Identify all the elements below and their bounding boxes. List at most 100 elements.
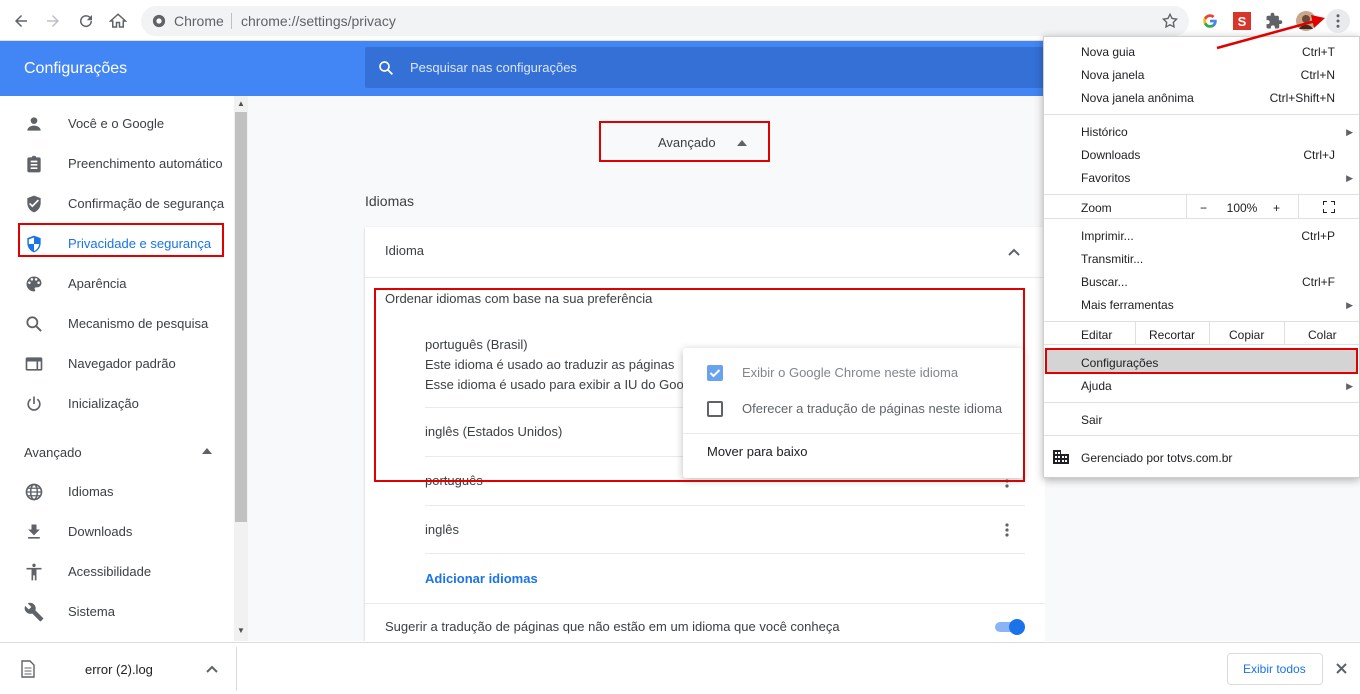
- sidebar-scroll-thumb[interactable]: [235, 112, 247, 522]
- sidebar-item-label: Mecanismo de pesquisa: [68, 316, 209, 331]
- sidebar-item-appearance[interactable]: Aparência: [0, 263, 232, 303]
- omnibox-chrome-label: Chrome: [174, 13, 224, 29]
- search-placeholder: Pesquisar nas configurações: [410, 60, 577, 75]
- sidebar-item-default-browser[interactable]: Navegador padrão: [0, 343, 232, 383]
- menu-item-incognito[interactable]: Nova janela anônima: [1081, 91, 1194, 105]
- sidebar-item-languages[interactable]: Idiomas: [0, 471, 232, 511]
- section-title-languages: Idiomas: [365, 193, 415, 209]
- menu-divider: [1044, 218, 1359, 219]
- more-vert-icon[interactable]: [1005, 523, 1009, 537]
- paste-button[interactable]: Colar: [1308, 328, 1337, 342]
- menu-item-settings[interactable]: Configurações: [1081, 356, 1158, 370]
- language-card-header[interactable]: Idioma: [385, 243, 424, 258]
- add-languages-link[interactable]: Adicionar idiomas: [425, 571, 538, 586]
- sidebar-item-label: Preenchimento automático: [68, 156, 223, 171]
- language-options-menu: Exibir o Google Chrome neste idioma Ofer…: [683, 348, 1023, 478]
- zoom-divider: [1298, 195, 1299, 218]
- fullscreen-icon[interactable]: [1323, 201, 1335, 213]
- download-filename[interactable]: error (2).log: [85, 662, 153, 677]
- sidebar-item-label: Sistema: [68, 604, 115, 619]
- sidebar-item-label: Navegador padrão: [68, 356, 176, 371]
- menu-divider: [1044, 344, 1359, 345]
- shield-check-icon: [24, 194, 44, 214]
- sidebar-item-safety-check[interactable]: Confirmação de segurança: [0, 183, 232, 223]
- highlight-box-privacy: [18, 223, 224, 257]
- managed-by-label[interactable]: Gerenciado por totvs.com.br: [1081, 451, 1232, 465]
- offer-translate-checkbox[interactable]: [707, 401, 723, 417]
- sidebar-advanced-label[interactable]: Avançado: [24, 445, 82, 460]
- forward-icon[interactable]: [41, 9, 65, 33]
- menu-item-bookmarks[interactable]: Favoritos: [1081, 171, 1130, 185]
- suggest-translation-toggle[interactable]: [995, 619, 1025, 635]
- annotation-arrow: [1216, 15, 1325, 50]
- building-icon: [1053, 450, 1069, 464]
- menu-item-exit[interactable]: Sair: [1081, 413, 1102, 427]
- show-all-downloads-button[interactable]: Exibir todos: [1227, 653, 1323, 685]
- checkmark-icon: [709, 369, 721, 378]
- sidebar-item-accessibility[interactable]: Acessibilidade: [0, 551, 232, 591]
- wrench-icon: [24, 602, 44, 622]
- divider: [425, 553, 1025, 554]
- submenu-arrow-icon: ▶: [1346, 381, 1353, 391]
- menu-divider: [1044, 402, 1359, 403]
- menu-item-help[interactable]: Ajuda: [1081, 379, 1112, 393]
- page-title: Configurações: [24, 60, 128, 77]
- sidebar-item-system[interactable]: Sistema: [0, 591, 232, 631]
- download-icon: [24, 522, 44, 542]
- zoom-in-button[interactable]: +: [1273, 201, 1280, 215]
- browser-toolbar: Chrome chrome://settings/privacy S: [0, 0, 1360, 41]
- home-icon[interactable]: [106, 9, 130, 33]
- globe-icon: [24, 482, 44, 502]
- toggle-knob: [1009, 619, 1025, 635]
- sidebar-item-label: Idiomas: [68, 484, 114, 499]
- clipboard-icon: [24, 154, 44, 174]
- bookmark-star-icon[interactable]: [1158, 9, 1182, 33]
- sidebar-item-label: Downloads: [68, 524, 133, 539]
- menu-divider: [1044, 435, 1359, 436]
- sidebar-item-autofill[interactable]: Preenchimento automático: [0, 143, 232, 183]
- shortcut-downloads: Ctrl+J: [1303, 148, 1335, 162]
- person-icon: [24, 114, 44, 134]
- menu-item-cast[interactable]: Transmitir...: [1081, 252, 1143, 266]
- search-icon: [377, 59, 395, 77]
- sidebar-item-search-engine[interactable]: Mecanismo de pesquisa: [0, 303, 232, 343]
- zoom-divider: [1186, 195, 1187, 218]
- caret-up-icon[interactable]: [202, 448, 212, 454]
- download-shelf: error (2).log Exibir todos: [0, 642, 1360, 694]
- menu-item-more-tools[interactable]: Mais ferramentas: [1081, 298, 1174, 312]
- menu-item-new-tab[interactable]: Nova guia: [1081, 45, 1135, 59]
- cut-button[interactable]: Recortar: [1149, 328, 1195, 342]
- chevron-up-icon[interactable]: [1008, 248, 1020, 256]
- menu-item-history[interactable]: Histórico: [1081, 125, 1128, 139]
- close-icon[interactable]: [1336, 663, 1347, 674]
- menu-divider: [1044, 194, 1359, 195]
- address-url[interactable]: chrome://settings/privacy: [241, 13, 396, 29]
- back-icon[interactable]: [9, 9, 33, 33]
- sidebar-item-you-and-google[interactable]: Você e o Google: [0, 103, 232, 143]
- submenu-arrow-icon: ▶: [1346, 173, 1353, 183]
- scroll-up-arrow-icon[interactable]: ▲: [237, 99, 245, 108]
- menu-item-print[interactable]: Imprimir...: [1081, 229, 1134, 243]
- sidebar-scrollbar[interactable]: ▲ ▼: [234, 96, 248, 641]
- menu-item-find[interactable]: Buscar...: [1081, 275, 1128, 289]
- chrome-logo-icon: [152, 14, 166, 28]
- settings-search-field[interactable]: Pesquisar nas configurações: [365, 47, 1055, 88]
- chevron-up-icon[interactable]: [206, 665, 218, 673]
- suggest-translation-label: Sugerir a tradução de páginas que não es…: [385, 619, 840, 634]
- copy-button[interactable]: Copiar: [1229, 328, 1264, 342]
- sidebar-item-downloads[interactable]: Downloads: [0, 511, 232, 551]
- display-chrome-checkbox[interactable]: [707, 365, 723, 381]
- sidebar-item-startup[interactable]: Inicialização: [0, 383, 232, 423]
- menu-item-new-window[interactable]: Nova janela: [1081, 68, 1144, 82]
- zoom-out-button[interactable]: −: [1200, 201, 1207, 215]
- reload-icon[interactable]: [74, 9, 98, 33]
- scroll-down-arrow-icon[interactable]: ▼: [237, 626, 245, 635]
- move-down-menu-item[interactable]: Mover para baixo: [707, 444, 807, 459]
- omnibox[interactable]: Chrome chrome://settings/privacy: [141, 6, 1189, 36]
- palette-icon: [24, 274, 44, 294]
- menu-item-edit: Editar: [1081, 328, 1113, 342]
- sidebar-item-label: Você e o Google: [68, 116, 165, 131]
- more-vert-icon: [1336, 14, 1340, 28]
- shortcut-print: Ctrl+P: [1301, 229, 1335, 243]
- menu-item-downloads[interactable]: Downloads: [1081, 148, 1140, 162]
